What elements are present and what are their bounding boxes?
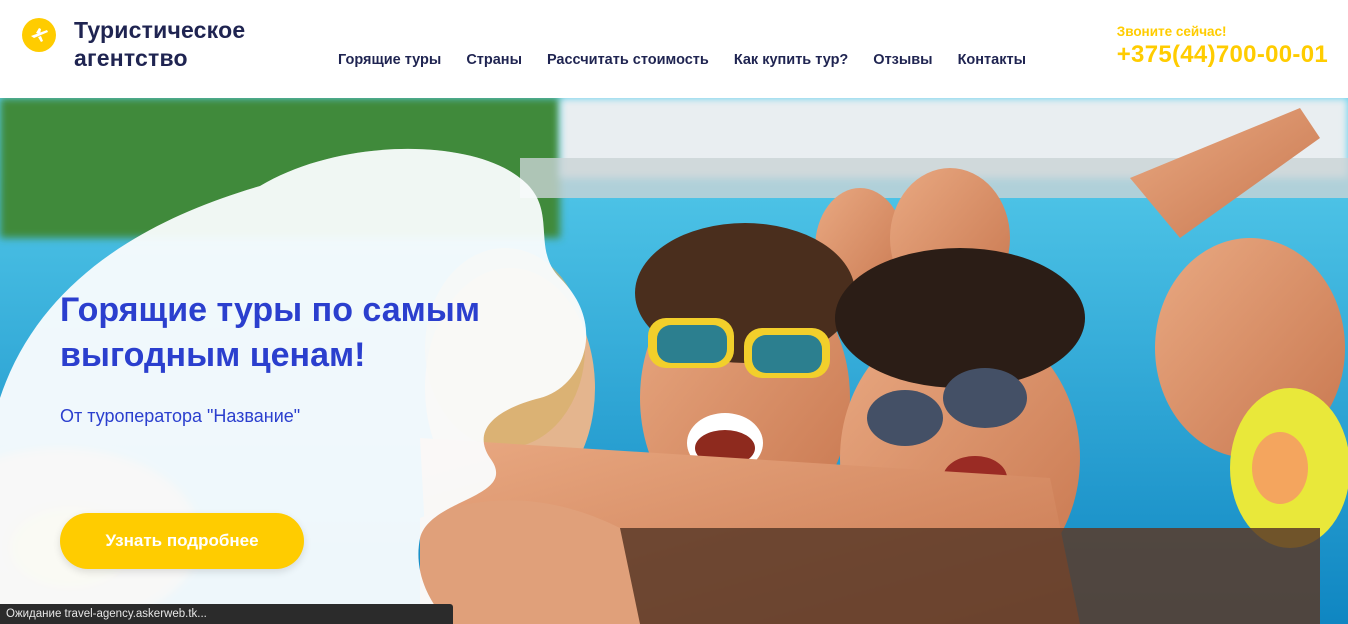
logo[interactable]: Туристическое агентство — [22, 16, 245, 72]
nav-hot-tours[interactable]: Горящие туры — [338, 52, 441, 68]
call-block: Звоните сейчас! +375(44)700-00-01 — [1117, 24, 1328, 69]
hero-subtitle: От туроператора "Название" — [60, 406, 301, 426]
nav-countries[interactable]: Страны — [466, 52, 522, 68]
nav-contacts[interactable]: Контакты — [958, 52, 1026, 68]
nav-how-to-buy[interactable]: Как купить тур? — [734, 52, 848, 68]
main-nav: Горящие туры Страны Рассчитать стоимость… — [338, 52, 1026, 68]
nav-reviews[interactable]: Отзывы — [873, 52, 932, 68]
airplane-icon — [22, 18, 56, 52]
site-header: Туристическое агентство Горящие туры Стр… — [0, 0, 1348, 98]
hero-section: Горящие туры по самым выгодным ценам! От… — [0, 98, 1348, 624]
logo-title-line2: агентство — [74, 45, 188, 71]
nav-calculate-cost[interactable]: Рассчитать стоимость — [547, 52, 709, 68]
call-label: Звоните сейчас! — [1116, 24, 1227, 39]
hero-content: Горящие туры по самым выгодным ценам! От… — [60, 288, 560, 427]
logo-title: Туристическое агентство — [74, 16, 245, 72]
phone-number[interactable]: +375(44)700-00-01 — [1117, 41, 1328, 69]
logo-title-line1: Туристическое — [74, 17, 246, 43]
learn-more-button[interactable]: Узнать подробнее — [60, 513, 304, 569]
hero-title: Горящие туры по самым выгодным ценам! — [60, 291, 480, 374]
browser-status-bar: Ожидание travel-agency.askerweb.tk... — [0, 604, 453, 624]
